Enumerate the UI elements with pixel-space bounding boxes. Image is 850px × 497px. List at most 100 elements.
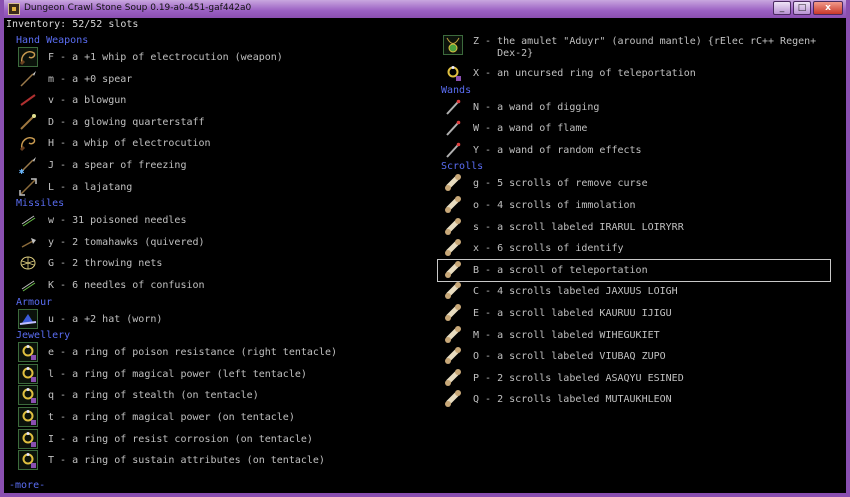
category-heading: Missiles [16,198,65,210]
item-label: t - a ring of magical power (on tentacle… [48,412,295,423]
inventory-item[interactable]: Z - the amulet "Aduyr" (around mantle) {… [443,35,823,63]
net-icon [20,256,36,270]
inventory-item[interactable]: N - a wand of digging [443,97,823,119]
wand-icon [446,120,461,136]
inventory-item[interactable]: K - 6 needles of confusion [18,275,398,297]
tomahawk-icon [21,237,36,248]
ring-icon [22,388,36,404]
inventory-item[interactable]: D - a glowing quarterstaff [18,112,398,134]
inventory-item[interactable]: C - 4 scrolls labeled JAXUUS LOIGH [443,281,823,303]
wand-icon [446,142,461,158]
item-label: v - a blowgun [48,95,127,107]
item-label: y - 2 tomahawks (quivered) [48,236,205,248]
item-label: Y - a wand of random effects [473,144,642,156]
inventory-item[interactable]: Q - 2 scrolls labeled MUTAUKHLEON [443,389,823,411]
inventory-item[interactable]: v - a blowgun [18,90,398,112]
ring-icon [22,366,36,382]
inventory-item[interactable]: G - 2 throwing nets [18,253,398,275]
ring-icon [447,66,461,81]
inventory-item[interactable]: q - a ring of stealth (on tentacle) [18,385,398,407]
svg-text:✱: ✱ [19,167,25,175]
inventory-item[interactable]: l - a ring of magical power (left tentac… [18,363,398,386]
item-label: x - 6 scrolls of identify [473,243,624,255]
item-label: W - a wand of flame [473,123,588,135]
lajatang-icon [19,177,37,196]
item-label: Q - 2 scrolls labeled MUTAUKHLEON [473,394,672,406]
minimize-button[interactable]: _ [773,1,791,15]
ring-icon [22,453,36,469]
item-label: T - a ring of sustain attributes (on ten… [48,455,325,467]
scroll-icon [445,239,461,257]
inventory-item[interactable]: t - a ring of magical power (on tentacle… [18,407,398,429]
ring-icon [22,410,36,425]
window-controls: _ □ x [773,1,843,15]
frost-spear-icon: ✱ [19,157,36,175]
inventory-item[interactable]: ✱ J - a spear of freezing [18,155,398,177]
inventory-item[interactable]: B - a scroll of teleportation [443,260,823,282]
whip-icon [19,51,36,66]
inventory-item[interactable]: F - a +1 whip of electrocution (weapon) [18,47,398,69]
item-label: C - 4 scrolls labeled JAXUUS LOIGH [473,286,678,298]
inventory-item[interactable]: Y - a wand of random effects [443,140,823,162]
inventory-screen: Inventory: 52/52 slots Hand Weapons F - a… [4,18,846,493]
item-label: l - a ring of magical power (left tentac… [48,368,307,380]
inventory-item[interactable]: H - a whip of electrocution [18,133,398,155]
scroll-icon [445,390,461,408]
inventory-item[interactable]: I - a ring of resist corrosion (on tenta… [18,428,398,451]
item-label: Z - the amulet "Aduyr" (around mantle) {… [473,36,817,59]
inventory-item[interactable]: o - 4 scrolls of immolation [443,195,823,217]
hat-icon [19,313,37,325]
category-heading: Jewellery [16,330,71,342]
category-heading: Scrolls [441,161,484,173]
item-label: F - a +1 whip of electrocution (weapon) [48,52,283,63]
item-label: X - an uncursed ring of teleportation [473,68,696,79]
close-button[interactable]: x [813,1,843,15]
item-label: g - 5 scrolls of remove curse [473,178,648,190]
inventory-item[interactable]: T - a ring of sustain attributes (on ten… [18,450,398,472]
inventory-item[interactable]: g - 5 scrolls of remove curse [443,173,823,195]
item-label: K - 6 needles of confusion [48,280,205,291]
quarterstaff-icon [20,113,36,130]
inventory-item[interactable]: M - a scroll labeled WIHEGUKIET [443,325,823,347]
category-heading: Armour [16,296,53,308]
inventory-item[interactable]: s - a scroll labeled IRARUL LOIRYRR [443,217,823,239]
item-label: D - a glowing quarterstaff [48,116,205,128]
spear-icon [20,70,36,87]
item-label: q - a ring of stealth (on tentacle) [48,390,259,402]
scroll-icon [445,196,461,213]
title-bar[interactable]: Dungeon Crawl Stone Soup 0.19-a0-451-gaf… [4,0,846,18]
needles-icon [21,215,36,227]
item-label: H - a whip of electrocution [48,138,211,150]
inventory-header: Inventory: 52/52 slots [6,19,139,30]
whip-icon [19,137,36,152]
inventory-item[interactable]: P - 2 scrolls labeled ASAQYU ESINED [443,368,823,390]
inventory-item[interactable]: x - 6 scrolls of identify [443,238,823,260]
item-label: m - a +0 spear [48,73,133,85]
inventory-item[interactable]: e - a ring of poison resistance (right t… [18,342,398,364]
inventory-item[interactable]: y - 2 tomahawks (quivered) [18,232,398,254]
inventory-item[interactable]: X - an uncursed ring of teleportation [443,63,823,85]
scroll-icon [445,260,461,278]
blowgun-icon [20,94,36,107]
needles-icon [21,280,36,292]
item-label: N - a wand of digging [473,101,600,113]
item-label: B - a scroll of teleportation [473,264,648,276]
item-label: G - 2 throwing nets [48,258,163,270]
ring-icon [22,345,36,361]
ring-icon [22,431,36,447]
item-label: e - a ring of poison resistance (right t… [48,347,337,359]
inventory-item[interactable]: O - a scroll labeled VIUBAQ ZUPO [443,346,823,368]
inventory-item[interactable]: u - a +2 hat (worn) [18,308,398,331]
maximize-button[interactable]: □ [793,1,811,15]
item-label: J - a spear of freezing [48,160,187,171]
more-prompt[interactable]: -more- [9,480,45,491]
scroll-icon [445,368,461,386]
inventory-item[interactable]: w - 31 poisoned needles [18,210,398,232]
item-label: O - a scroll labeled VIUBAQ ZUPO [473,351,666,363]
inventory-item[interactable]: m - a +0 spear [18,69,398,91]
inventory-item[interactable]: W - a wand of flame [443,118,823,140]
inventory-item[interactable]: L - a lajatang [18,177,398,199]
inventory-item[interactable]: E - a scroll labeled KAURUU IJIGU [443,303,823,325]
scroll-icon [445,174,461,192]
item-label: E - a scroll labeled KAURUU IJIGU [473,308,672,319]
